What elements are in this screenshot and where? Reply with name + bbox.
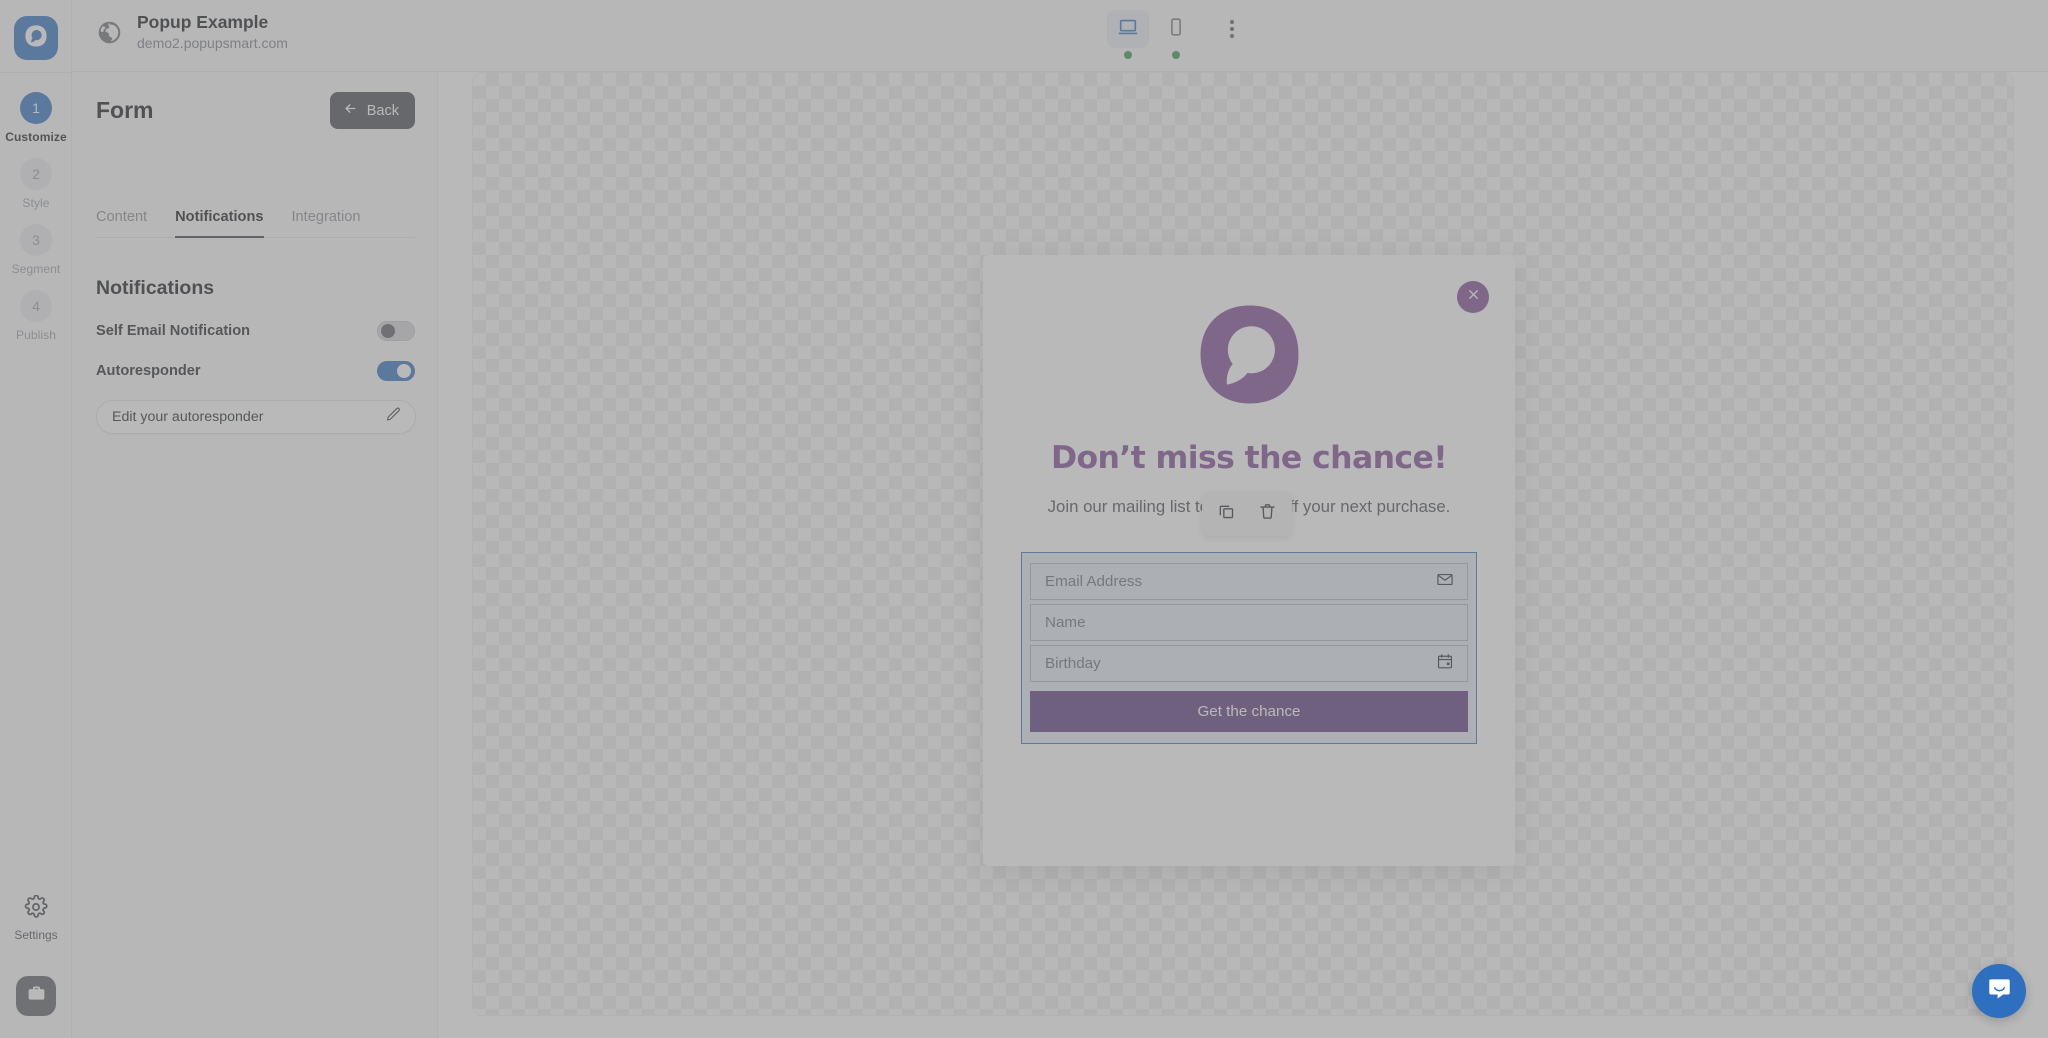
desktop-preview-button[interactable] bbox=[1107, 10, 1149, 48]
step-number: 3 bbox=[20, 224, 52, 256]
sidebar-step-style[interactable]: 2 Style bbox=[0, 158, 72, 210]
step-number: 1 bbox=[20, 92, 52, 124]
kebab-menu-icon bbox=[1230, 20, 1234, 24]
sidebar-step-segment[interactable]: 3 Segment bbox=[0, 224, 72, 276]
sidebar-item-settings[interactable]: Settings bbox=[14, 894, 58, 942]
name-field[interactable]: Name bbox=[1030, 604, 1468, 641]
popup-heading: Don’t miss the chance! bbox=[1050, 440, 1448, 476]
popupsmart-logo-icon bbox=[23, 23, 49, 54]
option-label: Autoresponder bbox=[96, 363, 201, 379]
app-root: 1 Customize 2 Style 3 Segment 4 Publish bbox=[0, 0, 2048, 1038]
page-title: Popup Example bbox=[137, 12, 269, 32]
calendar-icon bbox=[1436, 652, 1454, 675]
step-label: Segment bbox=[11, 262, 61, 276]
left-rail: 1 Customize 2 Style 3 Segment 4 Publish bbox=[0, 0, 72, 1038]
field-placeholder: Birthday bbox=[1045, 655, 1101, 672]
globe-icon bbox=[94, 17, 124, 47]
briefcase-icon bbox=[26, 983, 47, 1009]
form-block-selection[interactable]: Email Address Name Birthday Get the chan… bbox=[1021, 552, 1477, 744]
mobile-phone-icon bbox=[1165, 16, 1187, 43]
edit-autoresponder-button[interactable]: Edit your autoresponder bbox=[96, 400, 416, 434]
tab-content[interactable]: Content bbox=[96, 209, 147, 238]
back-button-label: Back bbox=[366, 102, 399, 119]
desktop-status-dot bbox=[1124, 51, 1132, 59]
delete-element-button[interactable] bbox=[1257, 503, 1279, 525]
back-button[interactable]: Back bbox=[329, 92, 415, 129]
chat-launcher-button[interactable] bbox=[1972, 964, 2026, 1018]
step-label: Publish bbox=[15, 328, 57, 342]
tab-integration[interactable]: Integration bbox=[292, 209, 361, 238]
mobile-preview-group bbox=[1155, 10, 1197, 59]
mobile-status-dot bbox=[1172, 51, 1180, 59]
popup-logo bbox=[983, 298, 1515, 416]
toggle-knob bbox=[397, 364, 411, 378]
wizard-steps: 1 Customize 2 Style 3 Segment 4 Publish bbox=[0, 92, 72, 356]
copy-duplicate-icon bbox=[1217, 502, 1236, 526]
desktop-preview-group bbox=[1107, 10, 1149, 59]
more-options-button[interactable] bbox=[1215, 10, 1249, 48]
step-label: Customize bbox=[5, 130, 67, 144]
field-placeholder: Name bbox=[1045, 614, 1086, 631]
app-logo[interactable] bbox=[14, 16, 58, 60]
autoresponder-toggle[interactable] bbox=[377, 361, 415, 381]
option-row-autoresponder: Autoresponder bbox=[96, 361, 415, 381]
section-title: Notifications bbox=[96, 277, 215, 299]
desktop-monitor-icon bbox=[1117, 16, 1139, 43]
email-address-field[interactable]: Email Address bbox=[1030, 563, 1468, 600]
gear-icon bbox=[24, 894, 48, 924]
option-label: Self Email Notification bbox=[96, 323, 251, 339]
rail-bottom-group: Settings bbox=[0, 894, 72, 1016]
option-row-self-email-notification: Self Email Notification bbox=[96, 321, 415, 341]
site-info: Popup Example demo2.popupsmart.com bbox=[94, 12, 288, 52]
trash-delete-icon bbox=[1258, 502, 1277, 526]
sidebar-step-publish[interactable]: 4 Publish bbox=[0, 290, 72, 342]
toggle-knob bbox=[381, 324, 395, 338]
kebab-menu-icon bbox=[1230, 27, 1234, 31]
pencil-edit-icon bbox=[385, 406, 402, 428]
top-header: Popup Example demo2.popupsmart.com bbox=[72, 0, 2048, 72]
sidebar-step-customize[interactable]: 1 Customize bbox=[0, 92, 72, 144]
kebab-menu-icon bbox=[1230, 34, 1234, 38]
panel-header: Form Back bbox=[96, 92, 415, 129]
settings-label: Settings bbox=[14, 928, 58, 942]
element-actions-toolbar bbox=[1202, 492, 1292, 536]
birthday-field[interactable]: Birthday bbox=[1030, 645, 1468, 682]
envelope-icon bbox=[1436, 570, 1454, 593]
site-texts: Popup Example demo2.popupsmart.com bbox=[137, 12, 288, 52]
step-label: Style bbox=[22, 196, 50, 210]
device-preview-toolbar bbox=[1107, 10, 1249, 59]
panel-tabs: Content Notifications Integration bbox=[96, 209, 415, 238]
tab-notifications[interactable]: Notifications bbox=[175, 209, 264, 238]
settings-panel: Form Back Content Notifications Integrat… bbox=[72, 72, 438, 1038]
mobile-preview-button[interactable] bbox=[1155, 10, 1197, 48]
popup-preview-card: Don’t miss the chance! Join our mailing … bbox=[983, 255, 1515, 866]
duplicate-element-button[interactable] bbox=[1216, 503, 1238, 525]
popupsmart-purple-logo-icon bbox=[1193, 298, 1306, 416]
step-number: 4 bbox=[20, 290, 52, 322]
site-url: demo2.popupsmart.com bbox=[137, 35, 288, 52]
step-number: 2 bbox=[20, 158, 52, 190]
field-placeholder: Email Address bbox=[1045, 573, 1143, 590]
self-email-notification-toggle[interactable] bbox=[377, 321, 415, 341]
rail-divider bbox=[0, 72, 72, 73]
arrow-left-icon bbox=[343, 101, 358, 120]
panel-title: Form bbox=[96, 97, 154, 123]
chat-bubble-icon bbox=[1986, 975, 2013, 1007]
edit-autoresponder-label: Edit your autoresponder bbox=[112, 409, 264, 425]
submit-button[interactable]: Get the chance bbox=[1030, 691, 1468, 732]
workspace-switcher-button[interactable] bbox=[16, 976, 56, 1016]
